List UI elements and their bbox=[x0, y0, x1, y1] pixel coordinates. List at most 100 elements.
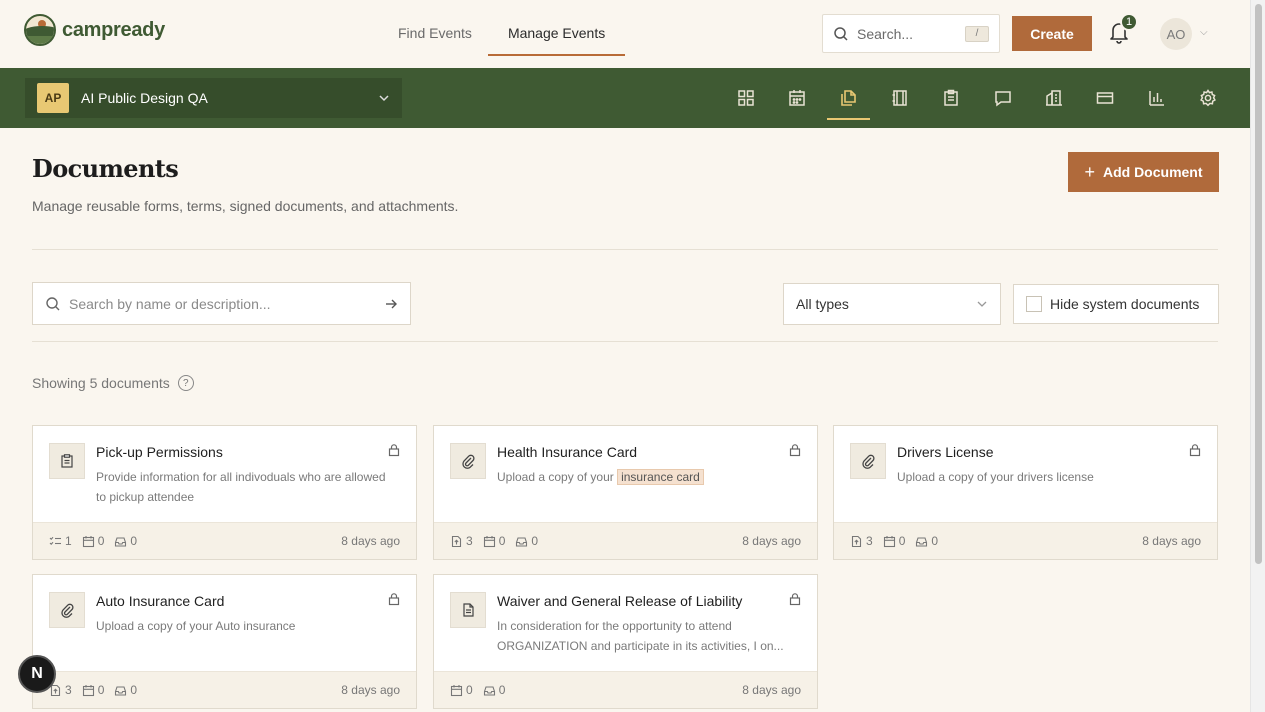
document-card[interactable]: Health Insurance Card Upload a copy of yo… bbox=[433, 425, 818, 560]
document-description-block: Provide information for all indivoduals … bbox=[96, 467, 396, 507]
page-scrollbar[interactable] bbox=[1250, 0, 1265, 712]
notifications-button[interactable]: 1 bbox=[1108, 13, 1138, 46]
document-card-body: Health Insurance Card Upload a copy of yo… bbox=[434, 426, 817, 522]
paperclip-icon bbox=[49, 592, 85, 628]
brand-name: campready bbox=[62, 18, 165, 41]
lock-icon bbox=[788, 592, 802, 611]
bar-chart-icon[interactable] bbox=[1131, 68, 1182, 128]
stat-count: 0 bbox=[466, 683, 473, 697]
hide-system-checkbox[interactable] bbox=[1026, 296, 1042, 312]
document-card-body: Drivers License Upload a copy of your dri… bbox=[834, 426, 1217, 522]
document-card-body: Waiver and General Release of Liability I… bbox=[434, 575, 817, 671]
document-stat: 0 bbox=[515, 534, 538, 548]
document-stat: 3 bbox=[450, 534, 473, 548]
stat-count: 0 bbox=[97, 683, 105, 697]
nav-find-events[interactable]: Find Events bbox=[390, 0, 480, 56]
global-search-input[interactable]: Search... / bbox=[822, 14, 1000, 53]
document-card-footer: 3 0 0 8 days ago bbox=[434, 522, 817, 559]
document-title[interactable]: Waiver and General Release of Liability bbox=[497, 593, 742, 609]
file-upload-icon bbox=[450, 535, 463, 548]
building-icon[interactable] bbox=[1028, 68, 1079, 128]
clipboard-icon[interactable] bbox=[926, 68, 977, 128]
calendar-icon bbox=[883, 535, 896, 548]
document-card[interactable]: Auto Insurance Card Upload a copy of your… bbox=[32, 574, 417, 709]
lock-icon bbox=[1188, 443, 1202, 462]
nav-manage-events[interactable]: Manage Events bbox=[487, 0, 626, 56]
notebook-icon[interactable] bbox=[874, 68, 925, 128]
stat-count: 0 bbox=[898, 534, 906, 548]
document-title[interactable]: Drivers License bbox=[897, 444, 993, 460]
credit-card-icon[interactable] bbox=[1080, 68, 1131, 128]
paperclip-icon bbox=[450, 443, 486, 479]
document-title[interactable]: Health Insurance Card bbox=[497, 444, 637, 460]
document-description-block: Upload a copy of your drivers license bbox=[897, 467, 1197, 487]
document-card-footer: 3 0 0 8 days ago bbox=[834, 522, 1217, 559]
document-card[interactable]: Pick-up Permissions Provide information f… bbox=[32, 425, 417, 560]
document-stat: 0 bbox=[82, 534, 104, 548]
document-stat: 0 bbox=[450, 683, 473, 697]
document-title[interactable]: Pick-up Permissions bbox=[96, 444, 223, 460]
settings-icon[interactable] bbox=[1183, 68, 1234, 128]
document-updated-time: 8 days ago bbox=[742, 683, 801, 697]
document-stat: 0 bbox=[114, 683, 137, 697]
hide-system-label: Hide system documents bbox=[1050, 296, 1200, 312]
calendar-icon bbox=[450, 684, 463, 697]
document-stat: 0 bbox=[114, 534, 137, 548]
inbox-icon bbox=[483, 684, 496, 697]
org-section-icons bbox=[720, 68, 1234, 128]
add-document-label: Add Document bbox=[1102, 164, 1203, 180]
document-icon bbox=[450, 592, 486, 628]
org-badge: AP bbox=[37, 83, 69, 113]
stat-count: 3 bbox=[866, 534, 873, 548]
documents-icon[interactable] bbox=[823, 68, 874, 128]
floating-action-button[interactable]: N bbox=[18, 655, 56, 693]
org-name: AI Public Design QA bbox=[81, 90, 208, 106]
lock-icon bbox=[387, 592, 401, 611]
file-upload-icon bbox=[850, 535, 863, 548]
chevron-down-icon bbox=[977, 301, 987, 307]
document-count-text: Showing 5 documents bbox=[32, 375, 170, 391]
document-updated-time: 8 days ago bbox=[341, 683, 400, 697]
inbox-icon bbox=[114, 535, 127, 548]
inbox-icon bbox=[515, 535, 528, 548]
main-nav: Find Events Manage Events bbox=[380, 0, 626, 68]
dashboard-icon[interactable] bbox=[720, 68, 771, 128]
help-icon[interactable]: ? bbox=[177, 375, 194, 391]
document-updated-time: 8 days ago bbox=[742, 534, 801, 548]
search-shortcut-key: / bbox=[965, 25, 989, 42]
document-card[interactable]: Drivers License Upload a copy of your dri… bbox=[833, 425, 1218, 560]
document-description: Upload a copy of your Auto insurance bbox=[96, 619, 296, 633]
hide-system-documents-toggle[interactable]: Hide system documents bbox=[1013, 284, 1219, 324]
document-card-footer: 1 0 0 8 days ago bbox=[33, 522, 416, 559]
inbox-icon bbox=[114, 684, 127, 697]
document-stat: 0 bbox=[82, 683, 105, 697]
page-title: Documents bbox=[32, 154, 179, 183]
scrollbar-thumb[interactable] bbox=[1255, 4, 1262, 564]
chat-icon[interactable] bbox=[977, 68, 1028, 128]
calendar-icon bbox=[483, 535, 496, 548]
user-avatar[interactable]: AO bbox=[1160, 18, 1192, 50]
calendar-icon[interactable] bbox=[771, 68, 822, 128]
top-navigation: campready Find Events Manage Events Sear… bbox=[0, 0, 1250, 68]
chevron-down-icon[interactable]: ⌵ bbox=[1200, 27, 1208, 38]
document-description-block: In consideration for the opportunity to … bbox=[497, 616, 797, 656]
organization-selector[interactable]: AP AI Public Design QA bbox=[25, 78, 402, 118]
chevron-down-icon bbox=[379, 95, 389, 102]
document-title[interactable]: Auto Insurance Card bbox=[96, 593, 224, 609]
document-search-placeholder: Search by name or description... bbox=[69, 295, 271, 312]
checklist-icon bbox=[49, 535, 62, 548]
document-type-select[interactable]: All types bbox=[783, 283, 1001, 325]
brand-logo[interactable]: campready bbox=[24, 14, 165, 46]
add-document-button[interactable]: + Add Document bbox=[1068, 152, 1219, 192]
document-card[interactable]: Waiver and General Release of Liability I… bbox=[433, 574, 818, 709]
arrow-right-icon[interactable] bbox=[384, 297, 398, 311]
document-search-input[interactable]: Search by name or description... bbox=[32, 282, 411, 325]
lock-icon bbox=[387, 443, 401, 462]
create-button[interactable]: Create bbox=[1012, 16, 1092, 51]
document-stat: 0 bbox=[483, 534, 505, 548]
plus-icon: + bbox=[1084, 162, 1095, 182]
section-divider bbox=[32, 341, 1218, 342]
paperclip-icon bbox=[850, 443, 886, 479]
notification-badge: 1 bbox=[1120, 13, 1138, 31]
stat-count: 1 bbox=[65, 534, 72, 548]
